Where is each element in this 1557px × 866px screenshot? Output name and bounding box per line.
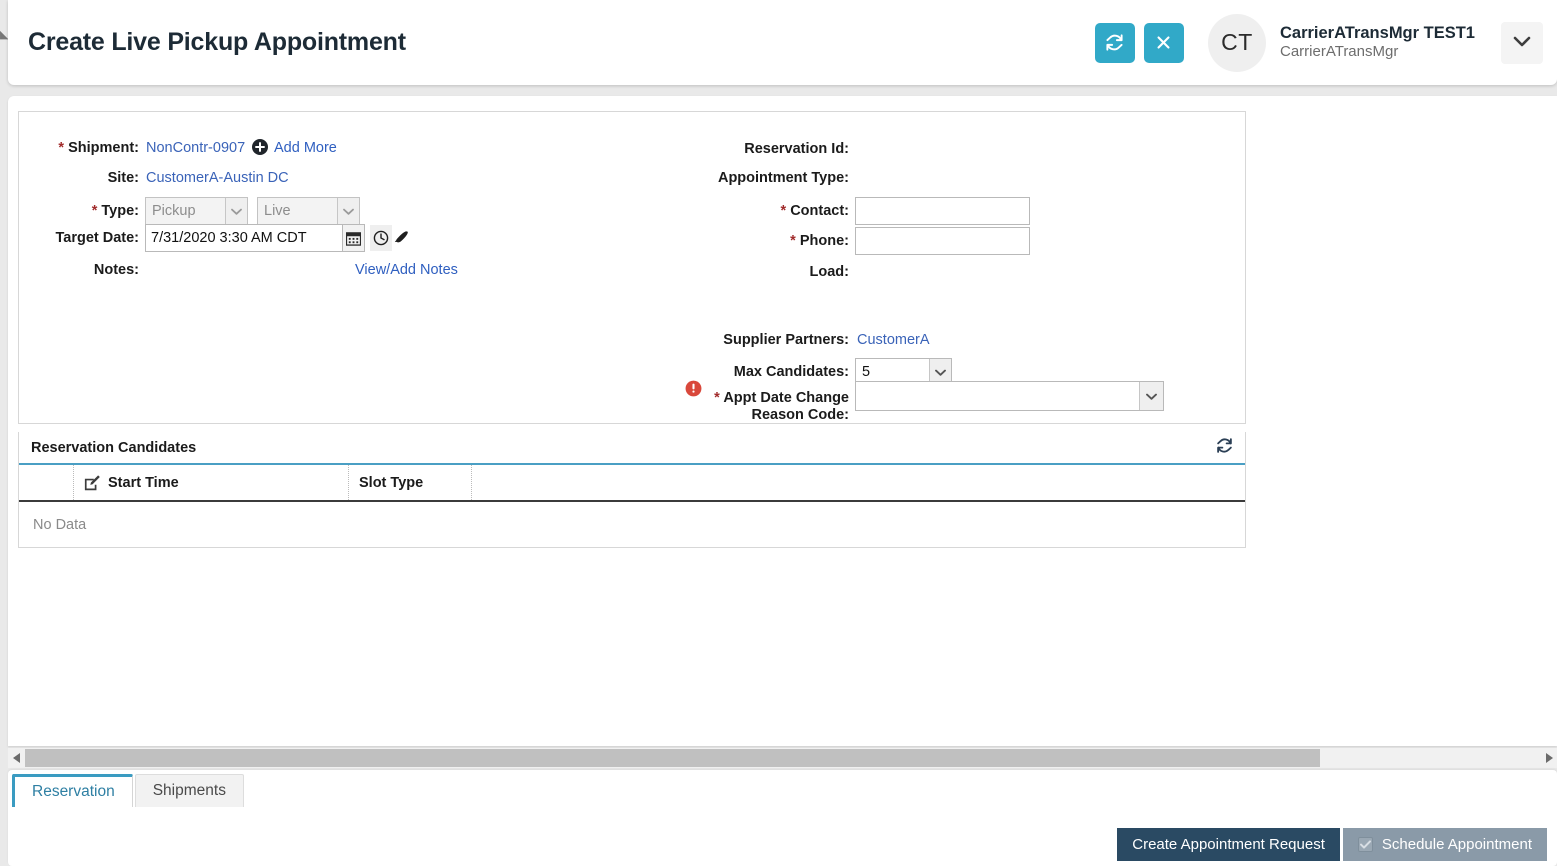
required-marker: * xyxy=(58,140,65,156)
schedule-appointment-label: Schedule Appointment xyxy=(1381,836,1532,853)
chevron-down-icon[interactable] xyxy=(1139,382,1163,410)
type-dropdown[interactable]: Pickup xyxy=(145,197,248,225)
table-column-start-time-label: Start Time xyxy=(108,474,179,491)
site-value-link[interactable]: CustomerA-Austin DC xyxy=(146,170,289,186)
type2-dropdown-value: Live xyxy=(264,203,291,219)
page-title: Create Live Pickup Appointment xyxy=(28,28,406,56)
add-more-icon[interactable] xyxy=(252,139,268,160)
triangle-right-icon[interactable] xyxy=(1540,748,1557,768)
panel-title: Reservation Candidates xyxy=(31,439,197,456)
add-more-link[interactable]: Add More xyxy=(274,140,337,156)
panel-header: Reservation Candidates xyxy=(19,432,1245,465)
user-role: CarrierATransMgr xyxy=(1279,43,1399,61)
required-marker: * xyxy=(780,203,787,219)
triangle-left-icon[interactable] xyxy=(8,748,25,768)
contact-label: * Contact: xyxy=(780,203,850,219)
required-marker: * xyxy=(714,390,720,406)
tab-shipments-label: Shipments xyxy=(152,782,226,799)
chevron-down-icon[interactable] xyxy=(225,198,247,224)
user-name: CarrierATransMgr TEST1 xyxy=(1279,23,1475,42)
shipment-value-link[interactable]: NonContr-0907 xyxy=(146,140,245,156)
site-label: Site: xyxy=(107,170,139,186)
chevron-down-icon[interactable] xyxy=(337,198,359,224)
reason-code-label: * Appt Date Change Reason Code: xyxy=(714,390,849,423)
close-icon xyxy=(1155,34,1172,51)
view-add-notes-link[interactable]: View/Add Notes xyxy=(355,262,458,278)
type-label: * Type: xyxy=(91,203,139,219)
table-empty-message: No Data xyxy=(19,502,1245,548)
scrollbar-thumb[interactable] xyxy=(25,749,1320,767)
calendar-icon[interactable] xyxy=(343,224,365,252)
avatar: CT xyxy=(1207,13,1266,72)
tab-reservation[interactable]: Reservation xyxy=(12,774,133,807)
app-header: Create Live Pickup Appointment CT Carrie… xyxy=(8,0,1557,85)
appointment-form: * Shipment: NonContr-0907 Add More Site:… xyxy=(18,111,1246,424)
type-dropdown-value: Pickup xyxy=(152,203,196,219)
checkbox-checked-icon xyxy=(1357,837,1373,852)
tab-bar: Reservation Shipments xyxy=(12,774,246,807)
table-column-start-time[interactable]: Start Time xyxy=(74,465,349,500)
panel-refresh-button[interactable] xyxy=(1216,437,1233,459)
supplier-partners-label: Supplier Partners: xyxy=(723,332,849,348)
user-menu-button[interactable] xyxy=(1501,21,1543,64)
clear-date-icon[interactable] xyxy=(392,226,412,248)
reason-code-dropdown[interactable] xyxy=(855,381,1164,411)
max-candidates-label: Max Candidates: xyxy=(733,364,849,380)
phone-label: * Phone: xyxy=(790,233,849,249)
close-button[interactable] xyxy=(1143,22,1184,63)
create-appointment-request-button[interactable]: Create Appointment Request xyxy=(1117,828,1340,861)
reason-code-value xyxy=(856,382,1139,410)
supplier-partners-link[interactable]: CustomerA xyxy=(857,332,930,348)
required-marker: * xyxy=(790,233,796,249)
tab-shipments[interactable]: Shipments xyxy=(134,774,244,807)
type2-dropdown[interactable]: Live xyxy=(257,197,360,225)
refresh-icon xyxy=(1105,33,1124,52)
load-label: Load: xyxy=(809,264,849,280)
contact-input[interactable] xyxy=(855,197,1030,225)
required-marker: * xyxy=(91,203,98,219)
schedule-appointment-button[interactable]: Schedule Appointment xyxy=(1342,828,1547,861)
target-date-input[interactable] xyxy=(145,224,343,252)
shipment-label: * Shipment: xyxy=(58,140,139,156)
main-content-card: * Shipment: NonContr-0907 Add More Site:… xyxy=(8,96,1557,746)
table-column-extra xyxy=(472,465,1245,500)
appointment-type-label: Appointment Type: xyxy=(717,170,849,186)
horizontal-scrollbar[interactable] xyxy=(8,748,1557,768)
bottom-bar: Reservation Shipments Create Appointment… xyxy=(8,770,1557,866)
chevron-down-icon xyxy=(1513,35,1531,50)
edit-icon xyxy=(84,474,100,491)
create-appointment-request-label: Create Appointment Request xyxy=(1132,836,1325,853)
table-column-slot-type[interactable]: Slot Type xyxy=(349,465,472,500)
table-header-row: Start Time Slot Type xyxy=(19,465,1245,502)
scrollbar-track[interactable] xyxy=(25,748,1540,768)
refresh-button[interactable] xyxy=(1094,22,1135,63)
clock-icon[interactable] xyxy=(370,225,392,251)
notes-label: Notes: xyxy=(93,262,139,278)
app-root: ◣ Create Live Pickup Appointment CT Carr… xyxy=(0,0,1557,866)
refresh-icon xyxy=(1216,437,1233,459)
action-buttons: Create Appointment Request Schedule Appo… xyxy=(1117,828,1547,861)
tab-reservation-label: Reservation xyxy=(32,783,115,800)
target-date-label: Target Date: xyxy=(55,230,139,246)
table-column-select xyxy=(19,465,74,500)
reservation-candidates-panel: Reservation Candidates Start Time Slot T… xyxy=(18,432,1246,548)
user-info: CarrierATransMgr TEST1 CarrierATransMgr xyxy=(1280,23,1475,62)
reservation-id-label: Reservation Id: xyxy=(744,141,849,157)
header-actions: CT CarrierATransMgr TEST1 CarrierATransM… xyxy=(1086,13,1557,72)
phone-input[interactable] xyxy=(855,227,1030,255)
